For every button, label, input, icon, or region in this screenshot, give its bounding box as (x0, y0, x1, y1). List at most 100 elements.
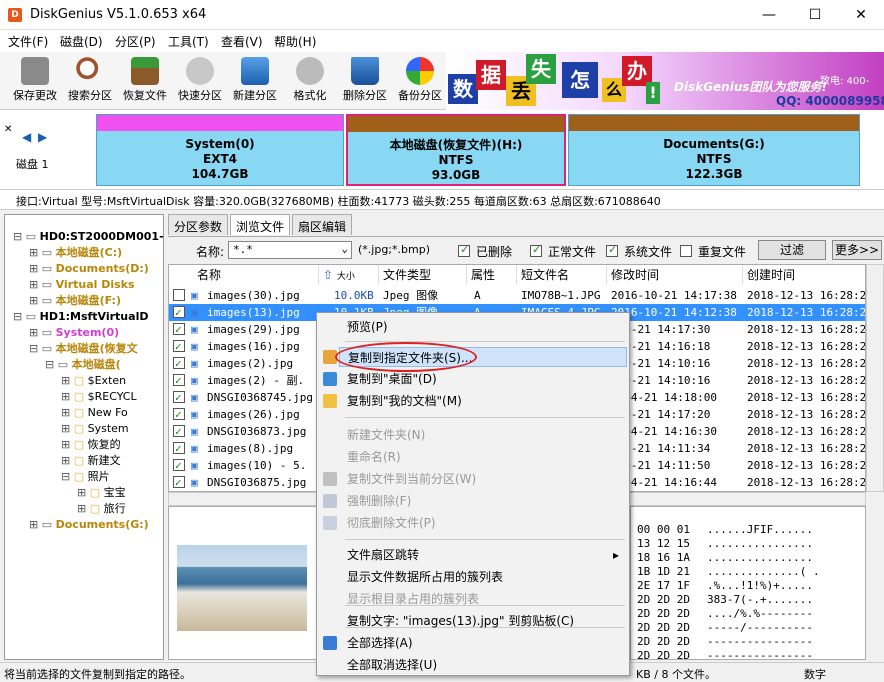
file-checkbox[interactable] (173, 355, 185, 372)
context-menu-item[interactable]: 复制到"我的文档"(M) (347, 391, 462, 411)
new-partition-button[interactable]: 新建分区 (229, 54, 281, 108)
expand-icon[interactable]: ⊞ (29, 262, 42, 275)
close-panel-icon[interactable]: ✕ (4, 124, 12, 135)
tab-partition-params[interactable]: 分区参数 (168, 214, 229, 235)
file-checkbox[interactable] (173, 389, 185, 406)
tree-node[interactable]: ⊞ ▢ 恢复的 (61, 437, 121, 453)
file-checkbox[interactable] (173, 321, 185, 338)
expand-icon[interactable]: ⊟ (13, 230, 26, 243)
prev-disk-button[interactable]: ◀ (22, 130, 31, 144)
context-menu-item[interactable]: 复制到"桌面"(D) (347, 369, 437, 389)
next-disk-button[interactable]: ▶ (38, 130, 47, 144)
file-checkbox[interactable] (173, 406, 185, 423)
tree-node[interactable]: ⊞ ▢ 宝宝 (77, 485, 126, 501)
tree-node[interactable]: ⊟ ▭ 本地磁盘(恢复文 (29, 341, 138, 357)
context-menu-item[interactable]: 重命名(R) (347, 447, 401, 467)
col-modified[interactable]: 修改时间 (607, 265, 743, 285)
file-list-scrollbar[interactable] (866, 264, 884, 492)
expand-icon[interactable]: ⊞ (61, 438, 74, 451)
duplicate-files-checkbox[interactable] (680, 245, 692, 257)
menu-view[interactable]: 查看(V) (221, 33, 263, 50)
tree-node[interactable]: ⊞ ▢ New Fo (61, 405, 128, 421)
col-type[interactable]: 文件类型 (379, 265, 467, 285)
expand-icon[interactable]: ⊞ (29, 518, 42, 531)
file-row[interactable]: ▣ images(30).jpg 10.0KB Jpeg 图像 A IMO78B~1.JP… (169, 287, 865, 304)
col-attr[interactable]: 属性 (467, 265, 517, 285)
context-menu-item[interactable]: 新建文件夹(N) (347, 425, 425, 445)
file-checkbox[interactable] (173, 304, 185, 321)
context-menu-item[interactable]: 文件扇区跳转 (347, 545, 419, 565)
promo-banner[interactable]: 数 据 丢 失 怎 么 办 ! DiskGenius团队为您服务! 致电: 40… (446, 52, 884, 110)
file-checkbox[interactable] (173, 423, 185, 440)
expand-icon[interactable]: ⊟ (45, 358, 58, 371)
file-checkbox[interactable] (173, 338, 185, 355)
expand-icon[interactable]: ⊞ (77, 486, 90, 499)
context-menu-item[interactable]: 预览(P) (347, 317, 388, 337)
col-created[interactable]: 创建时间 (743, 265, 865, 285)
context-menu-item[interactable]: 显示文件数据所占用的簇列表 (347, 567, 503, 587)
tree-node[interactable]: ⊞ ▭ System(0) (29, 325, 119, 341)
context-menu-item[interactable]: 全部取消选择(U) (347, 655, 437, 675)
expand-icon[interactable]: ⊞ (61, 406, 74, 419)
tree-node[interactable]: ⊞ ▭ 本地磁盘(C:) (29, 245, 122, 261)
tree-node[interactable]: ⊟ ▭ HD1:MsftVirtualD (13, 309, 148, 325)
expand-icon[interactable]: ⊞ (61, 422, 74, 435)
close-button[interactable]: ✕ (838, 0, 884, 30)
delete-partition-button[interactable]: 删除分区 (339, 54, 391, 108)
context-menu-item[interactable]: 强制删除(F) (347, 491, 411, 511)
tree-node[interactable]: ⊞ ▢ $Exten (61, 373, 126, 389)
expand-icon[interactable]: ⊞ (61, 374, 74, 387)
deleted-checkbox[interactable] (458, 243, 470, 257)
expand-icon[interactable]: ⊞ (29, 326, 42, 339)
partition-recovery[interactable]: 本地磁盘(恢复文件)(H:) NTFS 93.0GB (346, 114, 566, 186)
tree-node[interactable]: ⊞ ▢ System (61, 421, 129, 437)
expand-icon[interactable]: ⊟ (29, 342, 42, 355)
col-name[interactable]: 名称 (169, 265, 319, 285)
expand-icon[interactable]: ⊞ (77, 502, 90, 515)
tree-node[interactable]: ⊟ ▢ 照片 (61, 469, 110, 485)
tree-node[interactable]: ⊞ ▭ 本地磁盘(F:) (29, 293, 121, 309)
tree-node[interactable]: ⊟ ▭ 本地磁盘( (45, 357, 121, 373)
format-button[interactable]: 格式化 (284, 54, 336, 108)
tree-node[interactable]: ⊞ ▭ Documents(D:) (29, 261, 149, 277)
system-files-checkbox[interactable] (606, 243, 618, 257)
more-button[interactable]: 更多>> (832, 240, 882, 260)
expand-icon[interactable]: ⊟ (13, 310, 26, 323)
expand-icon[interactable]: ⊞ (61, 390, 74, 403)
backup-partition-button[interactable]: 备份分区 (394, 54, 446, 108)
expand-icon[interactable]: ⊞ (29, 294, 42, 307)
context-menu-item[interactable]: 彻底删除文件(P) (347, 513, 436, 533)
normal-files-checkbox[interactable] (530, 243, 542, 257)
tree-node[interactable]: ⊞ ▢ 新建文 (61, 453, 121, 469)
filter-button[interactable]: 过滤 (758, 240, 826, 260)
menu-file[interactable]: 文件(F) (8, 33, 48, 50)
name-filter-input[interactable]: *.* ⌄ (228, 241, 352, 259)
tab-sector-edit[interactable]: 扇区编辑 (292, 214, 353, 235)
menu-help[interactable]: 帮助(H) (274, 33, 316, 50)
menu-tools[interactable]: 工具(T) (168, 33, 209, 50)
tree-node[interactable]: ⊞ ▢ $RECYCL (61, 389, 137, 405)
tab-browse-files[interactable]: 浏览文件 (230, 214, 291, 235)
tree-node[interactable]: ⊞ ▢ 旅行 (77, 501, 126, 517)
menu-partition[interactable]: 分区(P) (115, 33, 156, 50)
menu-disk[interactable]: 磁盘(D) (60, 33, 103, 50)
minimize-button[interactable]: — (746, 0, 792, 30)
expand-icon[interactable]: ⊞ (29, 246, 42, 259)
file-checkbox[interactable] (173, 289, 185, 301)
context-menu-item[interactable]: 复制文字: "images(13).jpg" 到剪贴板(C) (347, 611, 574, 631)
search-partition-button[interactable]: 搜索分区 (64, 54, 116, 108)
tree-node[interactable]: ⊞ ▭ Documents(G:) (29, 517, 149, 533)
expand-icon[interactable]: ⊞ (61, 454, 74, 467)
tree-node[interactable]: ⊟ ▭ HD0:ST2000DM001- (13, 229, 163, 245)
file-checkbox[interactable] (173, 440, 185, 457)
save-button[interactable]: 保存更改 (9, 54, 61, 108)
col-short-name[interactable]: 短文件名 (517, 265, 607, 285)
recover-files-button[interactable]: 恢复文件 (119, 54, 171, 108)
partition-documents[interactable]: Documents(G:) NTFS 122.3GB (568, 114, 860, 186)
maximize-button[interactable]: ☐ (792, 0, 838, 30)
file-checkbox[interactable] (173, 372, 185, 389)
context-menu-item[interactable]: 显示根目录占用的簇列表 (347, 589, 479, 609)
quick-partition-button[interactable]: 快速分区 (174, 54, 226, 108)
file-checkbox[interactable] (173, 457, 185, 474)
partition-system[interactable]: System(0) EXT4 104.7GB (96, 114, 344, 186)
